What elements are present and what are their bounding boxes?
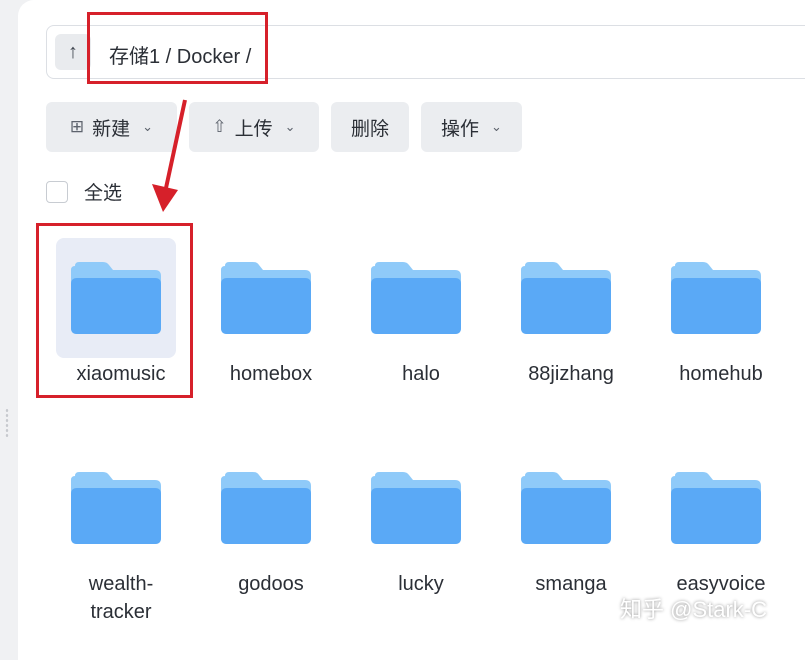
folder-icon: [71, 472, 161, 544]
folder-name: godoos: [238, 573, 304, 595]
annotation-box-folder: [36, 223, 193, 398]
folder-icon: [221, 262, 311, 334]
folder-icon: [521, 472, 611, 544]
select-all[interactable]: 全选: [46, 178, 122, 205]
folder-icon: [671, 472, 761, 544]
upload-button-label: 上传: [234, 118, 273, 140]
actions-button-label: 操作: [441, 118, 480, 140]
resize-grip[interactable]: [5, 408, 9, 438]
upload-button[interactable]: ⇧ 上传 ⌄: [189, 102, 319, 152]
folder-name: homehub: [679, 363, 763, 385]
upload-icon: ⇧: [212, 117, 227, 136]
chevron-down-icon: ⌄: [491, 119, 502, 134]
folder-icon: [521, 262, 611, 334]
folder-icon: [221, 472, 311, 544]
folder-name: halo: [402, 363, 440, 385]
select-all-label: 全选: [84, 183, 123, 204]
arrow-up-icon[interactable]: ↑: [55, 34, 91, 70]
folder-name: 88jizhang: [528, 363, 614, 385]
chevron-down-icon: ⌄: [142, 119, 154, 134]
folder-icon: [671, 262, 761, 334]
folder-icon: [371, 472, 461, 544]
delete-button[interactable]: 删除: [331, 102, 409, 152]
delete-button-label: 删除: [350, 118, 389, 140]
folder-icon: [371, 262, 461, 334]
new-button-label: 新建: [92, 118, 131, 140]
folder-name: homebox: [229, 363, 313, 385]
folder-name: wealth-: [88, 573, 154, 595]
actions-button[interactable]: 操作 ⌄: [421, 102, 522, 152]
watermark: 知乎 @Stark-C: [620, 597, 768, 622]
select-all-checkbox[interactable]: [46, 180, 68, 203]
folder-name: lucky: [398, 573, 444, 595]
annotation-box-path: [87, 12, 268, 84]
new-icon: ⊞: [69, 117, 85, 136]
new-button[interactable]: ⊞ 新建 ⌄: [46, 102, 177, 152]
chevron-down-icon: ⌄: [284, 119, 296, 134]
folder-name-line2: tracker: [90, 601, 152, 623]
